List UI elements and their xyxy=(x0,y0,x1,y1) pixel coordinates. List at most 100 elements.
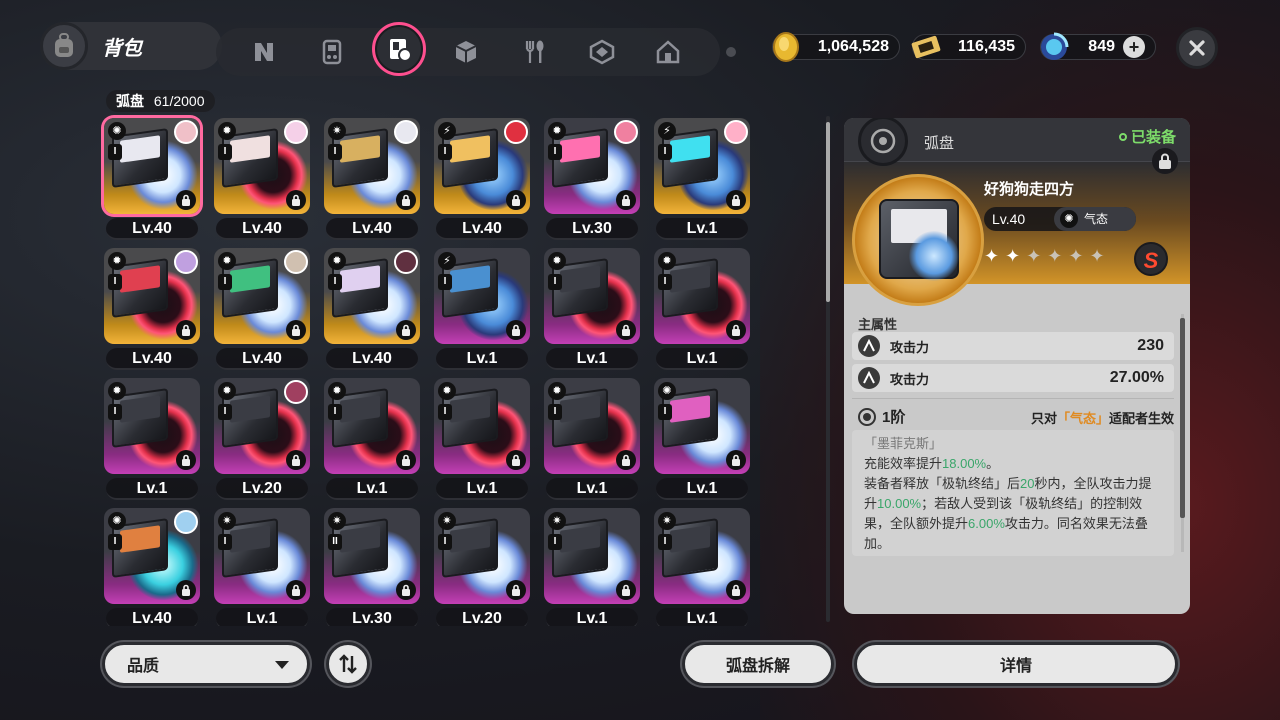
disc-level-label: Lv.30 xyxy=(326,608,418,626)
disc-level-label: Lv.20 xyxy=(436,608,528,626)
lock-icon xyxy=(286,190,306,210)
disc-level-label: Lv.40 xyxy=(106,348,198,370)
drive-disc-tab-icon xyxy=(390,39,412,62)
close-button[interactable] xyxy=(1176,27,1218,69)
lock-icon xyxy=(396,580,416,600)
tab-home[interactable] xyxy=(648,32,688,72)
drive-disc-card[interactable]: ✹ I Lv.40 xyxy=(104,248,200,372)
drive-disc-card[interactable]: ✹ I Lv.1 xyxy=(324,378,420,502)
quality-filter-dropdown[interactable]: 品质 xyxy=(102,642,310,686)
drive-disc-card[interactable]: ✹ I Lv.40 xyxy=(214,248,310,372)
tab-w-engine[interactable] xyxy=(582,32,622,72)
disc-level-label: Lv.30 xyxy=(546,218,638,240)
stat-row: 攻击力 27.00% xyxy=(852,364,1174,392)
drive-disc-grid: ✺ I Lv.40 ✹ I Lv.40 ✷ I Lv.40 ⚡ I Lv.40 ✹ I Lv.30 ⚡ I Lv.… xyxy=(100,114,760,626)
drive-disc-card[interactable]: ✹ I Lv.1 xyxy=(654,248,750,372)
drive-disc-card[interactable]: ✹ I Lv.1 xyxy=(544,378,640,502)
tab-agents[interactable] xyxy=(244,32,284,72)
drive-disc-card[interactable]: ✹ I Lv.1 xyxy=(104,378,200,502)
disc-thumbnail: ✹ I xyxy=(214,248,310,344)
drive-disc-card[interactable]: ✹ I Lv.1 xyxy=(434,378,530,502)
lock-icon xyxy=(176,320,196,340)
equipped-agent-avatar xyxy=(284,380,308,404)
attribute-icon: ✹ xyxy=(108,252,126,270)
drive-disc-card[interactable]: ✺ I Lv.1 xyxy=(654,378,750,502)
attribute-icon: ✹ xyxy=(438,382,456,400)
disc-slot-rank: I xyxy=(548,404,562,420)
lock-icon xyxy=(616,320,636,340)
drive-disc-card[interactable]: ✹ I Lv.30 xyxy=(544,118,640,242)
disc-slot-rank: I xyxy=(328,144,342,160)
disc-tier: 1阶 xyxy=(858,406,905,427)
lock-icon xyxy=(396,190,416,210)
drive-disc-card[interactable]: ✷ I Lv.40 xyxy=(324,118,420,242)
disc-thumbnail: ✹ I xyxy=(544,378,640,474)
disc-slot-rank: I xyxy=(658,534,672,550)
detail-scrollbar[interactable] xyxy=(1180,314,1185,552)
disc-thumbnail: ⚡ I xyxy=(434,248,530,344)
disc-thumbnail: ✹ I xyxy=(104,248,200,344)
add-currency-button[interactable]: + xyxy=(1123,36,1145,58)
drive-disc-card[interactable]: ✹ I Lv.1 xyxy=(544,248,640,372)
lock-icon xyxy=(1159,153,1171,169)
sort-button[interactable] xyxy=(326,642,370,686)
fork-spoon-icon xyxy=(525,40,544,63)
agents-tab-icon xyxy=(255,43,273,61)
drive-disc-card[interactable]: ✷ I Lv.1 xyxy=(544,508,640,626)
drive-disc-card[interactable]: ✷ I Lv.20 xyxy=(434,508,530,626)
disc-level-label: Lv.40 xyxy=(436,218,528,240)
drive-disc-card[interactable]: ✺ I Lv.40 xyxy=(104,118,200,242)
attribute-icon: ⚡ xyxy=(438,122,456,140)
drive-disc-card[interactable]: ✹ I Lv.20 xyxy=(214,378,310,502)
star-icon: ✦ xyxy=(1026,246,1042,266)
disc-level-label: Lv.40 xyxy=(326,348,418,370)
backpack-icon xyxy=(40,22,88,70)
detail-lock-button[interactable] xyxy=(1152,148,1178,174)
disc-level-label: Lv.1 xyxy=(656,608,748,626)
disc-slot-rank: I xyxy=(108,274,122,290)
disc-slot-rank: I xyxy=(438,404,452,420)
disc-level-label: Lv.1 xyxy=(546,608,638,626)
lock-icon xyxy=(396,320,416,340)
disc-thumbnail: ✷ I xyxy=(654,508,750,604)
disc-level: Lv.40 ✺ 气态 xyxy=(984,207,1136,231)
disc-slot-rank: I xyxy=(438,144,452,160)
attribute-icon: ✹ xyxy=(328,382,346,400)
disc-level-label: Lv.40 xyxy=(106,608,198,626)
tab-bangboo[interactable] xyxy=(312,32,352,72)
drive-disc-card[interactable]: ✹ I Lv.40 xyxy=(214,118,310,242)
drive-disc-card[interactable]: ⚡ I Lv.40 xyxy=(434,118,530,242)
drive-disc-card[interactable]: ✷ II Lv.30 xyxy=(324,508,420,626)
disc-thumbnail: ✹ I xyxy=(544,248,640,344)
grid-scrollbar[interactable] xyxy=(826,116,830,622)
drive-disc-card[interactable]: ⚡ I Lv.1 xyxy=(434,248,530,372)
disc-thumbnail: ✷ II xyxy=(324,508,420,604)
ticket-icon xyxy=(911,35,941,59)
attribute-icon: ✹ xyxy=(218,122,236,140)
grid-scroll-thumb[interactable] xyxy=(826,122,830,302)
drive-disc-card[interactable]: ✷ I Lv.1 xyxy=(654,508,750,626)
currency-ticket[interactable]: 116,435 xyxy=(911,34,1026,60)
disc-detail-panel: 弧盘 已装备 好狗狗走四方 Lv.40 ✺ 气态 ✦ ✦ ✦ ✦ ✦ ✦ S 主属性 攻击力… xyxy=(844,118,1190,614)
drive-disc-card[interactable]: ✹ I Lv.40 xyxy=(324,248,420,372)
tab-food[interactable] xyxy=(514,32,554,72)
disc-level-label: Lv.1 xyxy=(106,478,198,500)
tab-drive-disc[interactable] xyxy=(372,22,426,76)
dismantle-button[interactable]: 弧盘拆解 xyxy=(682,642,834,686)
currency-denny[interactable]: 1,064,528 xyxy=(772,32,900,62)
tab-items[interactable] xyxy=(446,32,486,72)
lock-icon xyxy=(396,450,416,470)
disc-slot-rank: I xyxy=(548,534,562,550)
lock-icon xyxy=(616,580,636,600)
details-button[interactable]: 详情 xyxy=(854,642,1178,686)
drive-disc-card[interactable]: ✷ I Lv.1 xyxy=(214,508,310,626)
disc-slot-rank: I xyxy=(548,144,562,160)
equipped-agent-avatar xyxy=(174,120,198,144)
detail-header-label: 弧盘 xyxy=(924,135,955,152)
drive-disc-card[interactable]: ⚡ I Lv.1 xyxy=(654,118,750,242)
currency-polychrome[interactable]: 849 + xyxy=(1040,32,1156,60)
disc-thumbnail: ✺ I xyxy=(104,508,200,604)
disc-slot-rank: I xyxy=(658,274,672,290)
drive-disc-card[interactable]: ✺ I Lv.40 xyxy=(104,508,200,626)
attribute-icon: ✷ xyxy=(438,512,456,530)
